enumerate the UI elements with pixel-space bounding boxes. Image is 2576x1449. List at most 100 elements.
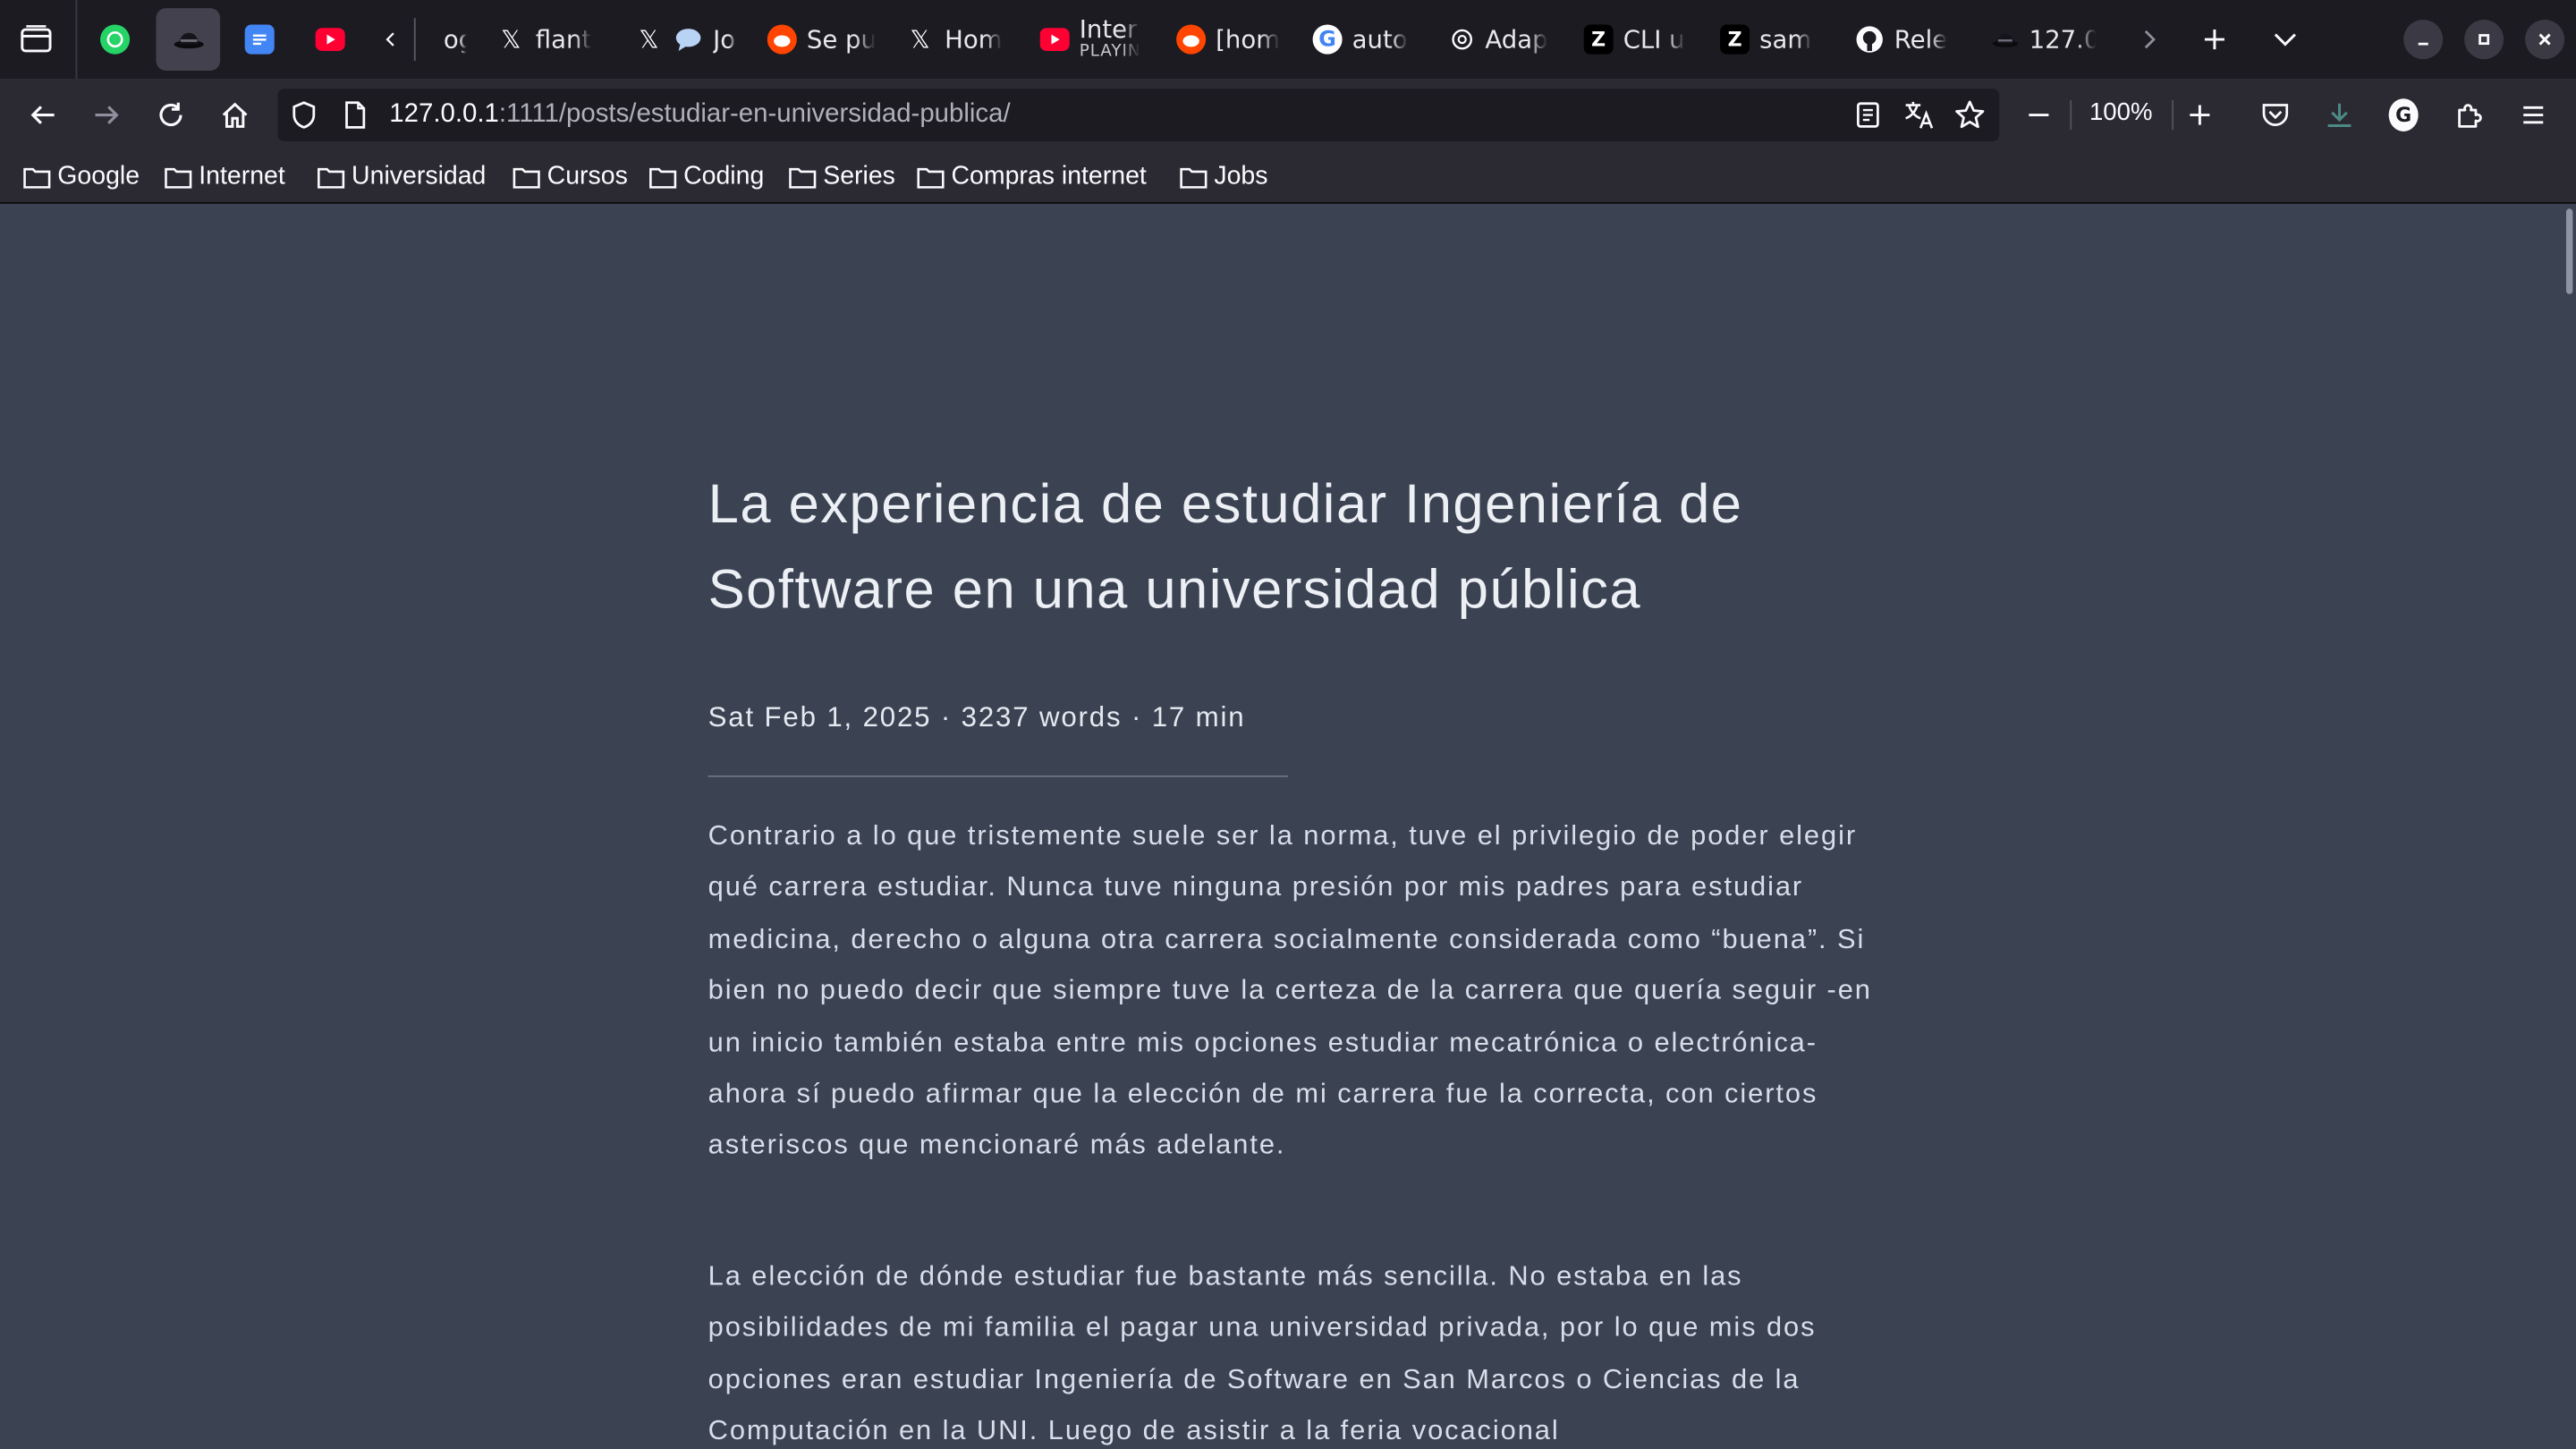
new-tab-button[interactable] [2195, 20, 2234, 59]
tab-title: CLI u [1623, 24, 1685, 55]
post-title: La experiencia de estudiar Ingeniería de… [708, 474, 1743, 622]
reddit-icon [1176, 24, 1207, 55]
back-button[interactable] [23, 96, 63, 135]
tab-github[interactable]: Rele [1855, 8, 1963, 71]
tab-youtube[interactable] [301, 8, 360, 71]
post-meta: Sat Feb 1, 2025 · 3237 words · 17 min [708, 701, 1246, 733]
tab-title: auto [1352, 24, 1408, 55]
tab-z-sam[interactable]: Z sam [1720, 8, 1822, 71]
reddit-icon [767, 24, 797, 55]
chevron-left-icon [386, 32, 394, 47]
home-icon [222, 102, 248, 128]
folder-icon [513, 167, 540, 189]
bookmark-label: Compras internet [951, 162, 1147, 191]
downloads-button[interactable] [2321, 97, 2357, 132]
tab-blog[interactable]: og [381, 8, 467, 71]
chevron-down-icon [2274, 33, 2296, 47]
zoom-level[interactable]: 100% [2083, 98, 2158, 131]
reload-icon [159, 102, 182, 127]
bookmark-folder-cursos[interactable]: Cursos [513, 161, 628, 194]
page-scrollbar[interactable] [2563, 206, 2576, 1449]
account-button[interactable]: G [2385, 97, 2421, 132]
youtube-icon [315, 28, 345, 51]
zoom-in-button[interactable] [2183, 98, 2216, 131]
zoom-out-button[interactable] [2022, 98, 2055, 131]
url-text[interactable]: 127.0.0.1:1111/posts/estudiar-en-univers… [389, 89, 1010, 141]
reader-view-icon [1856, 102, 1879, 128]
maximize-button[interactable] [2464, 20, 2504, 60]
tab-google-auto[interactable]: G auto [1312, 8, 1415, 71]
tab-title: 127.0 [2029, 24, 2097, 55]
site-info-button[interactable] [340, 100, 369, 130]
bookmark-folder-internet[interactable]: Internet [165, 161, 285, 194]
whatsapp-icon [100, 24, 131, 55]
address-bar[interactable]: 127.0.0.1:1111/posts/estudiar-en-univers… [277, 89, 2000, 141]
reader-view-button[interactable] [1853, 100, 1883, 130]
firefox-view-button[interactable] [16, 20, 55, 59]
list-all-tabs-button[interactable] [2266, 20, 2305, 59]
star-icon [1955, 100, 1985, 129]
page-icon [345, 101, 366, 129]
github-icon [1856, 26, 1883, 53]
tab-playing-label: PLAYIN [1079, 42, 1141, 61]
url-path: :1111/posts/estudiar-en-universidad-publ… [498, 100, 1011, 129]
reload-button[interactable] [151, 96, 191, 135]
bookmark-label: Jobs [1214, 162, 1268, 191]
app-menu-button[interactable] [2515, 97, 2551, 132]
tab-youtube-playing[interactable]: Inter PLAYIN [1039, 8, 1142, 71]
bookmark-star-button[interactable] [1953, 98, 1987, 131]
tab-title: Adap [1485, 24, 1548, 55]
youtube-icon [1039, 28, 1070, 51]
bookmark-folder-google[interactable]: Google [23, 161, 140, 194]
tab-title: flant [535, 24, 592, 55]
minimize-icon [2418, 42, 2428, 46]
arrow-right-icon [95, 106, 119, 124]
extensions-button[interactable] [2451, 97, 2487, 132]
home-button[interactable] [216, 96, 255, 135]
tab-x-home[interactable]: 𝕏 Hom [905, 8, 1011, 71]
tab-reddit-home[interactable]: [hom [1176, 8, 1282, 71]
hat-icon [1992, 33, 2019, 47]
tab-title: Rele [1894, 24, 1948, 55]
tab-local-active[interactable] [156, 8, 221, 71]
translate-button[interactable] [1902, 98, 1936, 131]
tab-z-cli[interactable]: Z CLI u [1583, 8, 1690, 71]
close-window-button[interactable] [2525, 20, 2565, 60]
bookmark-folder-coding[interactable]: Coding [649, 161, 764, 194]
z-icon: Z [1720, 24, 1750, 55]
tab-whatsapp[interactable] [86, 8, 145, 71]
bookmark-folder-compras-internet[interactable]: Compras internet [917, 161, 1147, 194]
bookmark-label: Cursos [547, 162, 628, 191]
bookmark-folder-universidad[interactable]: Universidad [317, 161, 486, 194]
hat-icon [173, 32, 203, 49]
minimize-button[interactable] [2403, 20, 2444, 60]
bookmark-label: Series [823, 162, 895, 191]
folder-icon [23, 167, 51, 189]
x-icon: 𝕏 [501, 23, 521, 54]
pocket-icon [2262, 104, 2289, 126]
bookmark-folder-series[interactable]: Series [789, 161, 895, 194]
tab-title: Inter [1079, 17, 1138, 45]
forward-button[interactable] [87, 96, 126, 135]
pocket-button[interactable] [2258, 97, 2293, 132]
bookmark-folder-jobs[interactable]: Jobs [1180, 161, 1268, 194]
tab-reddit-se[interactable]: Se pu [767, 8, 876, 71]
folder-icon [917, 167, 945, 189]
url-host: 127.0.0.1 [389, 100, 499, 129]
tab-x-jo[interactable]: 𝕏 Jo [634, 8, 750, 71]
tab-x-flant[interactable]: 𝕏 flant [496, 8, 608, 71]
bookmarks-toolbar: Google Internet Universidad Cursos Codin… [0, 150, 2576, 204]
folder-icon [318, 167, 345, 189]
tab-scroll-right-button[interactable] [2129, 20, 2168, 59]
tracking-protection-button[interactable] [289, 100, 318, 130]
tab-openai-adap[interactable]: Adap [1449, 8, 1555, 71]
close-icon [2538, 33, 2551, 46]
z-icon: Z [1583, 24, 1614, 55]
tab-local-127[interactable]: 127.0 [1991, 8, 2097, 71]
scrollbar-thumb[interactable] [2565, 208, 2573, 294]
post-paragraph: La elección de dónde estudiar fue bastan… [708, 1259, 1817, 1446]
tab-docs[interactable] [230, 8, 289, 71]
tab-title: Se pu [806, 24, 876, 55]
openai-icon [1452, 29, 1472, 50]
page-content: La experiencia de estudiar Ingeniería de… [0, 205, 2576, 1449]
